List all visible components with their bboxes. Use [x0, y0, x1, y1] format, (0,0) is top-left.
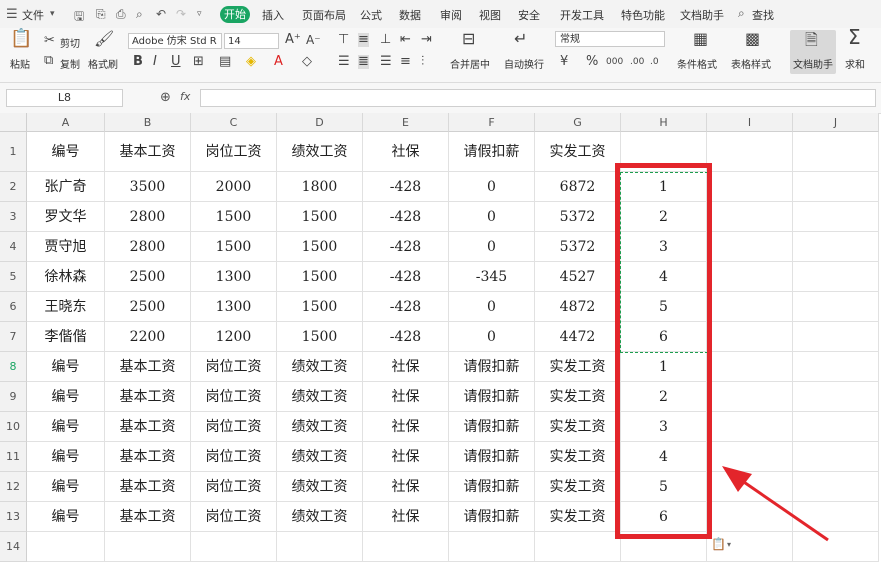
annotation-arrow — [722, 466, 829, 542]
chevron-down-icon[interactable]: ▾ — [727, 540, 731, 549]
arrow-shaft — [737, 476, 829, 542]
arrow-head — [722, 466, 752, 492]
paste-options-icon[interactable]: 📋 — [711, 537, 726, 551]
